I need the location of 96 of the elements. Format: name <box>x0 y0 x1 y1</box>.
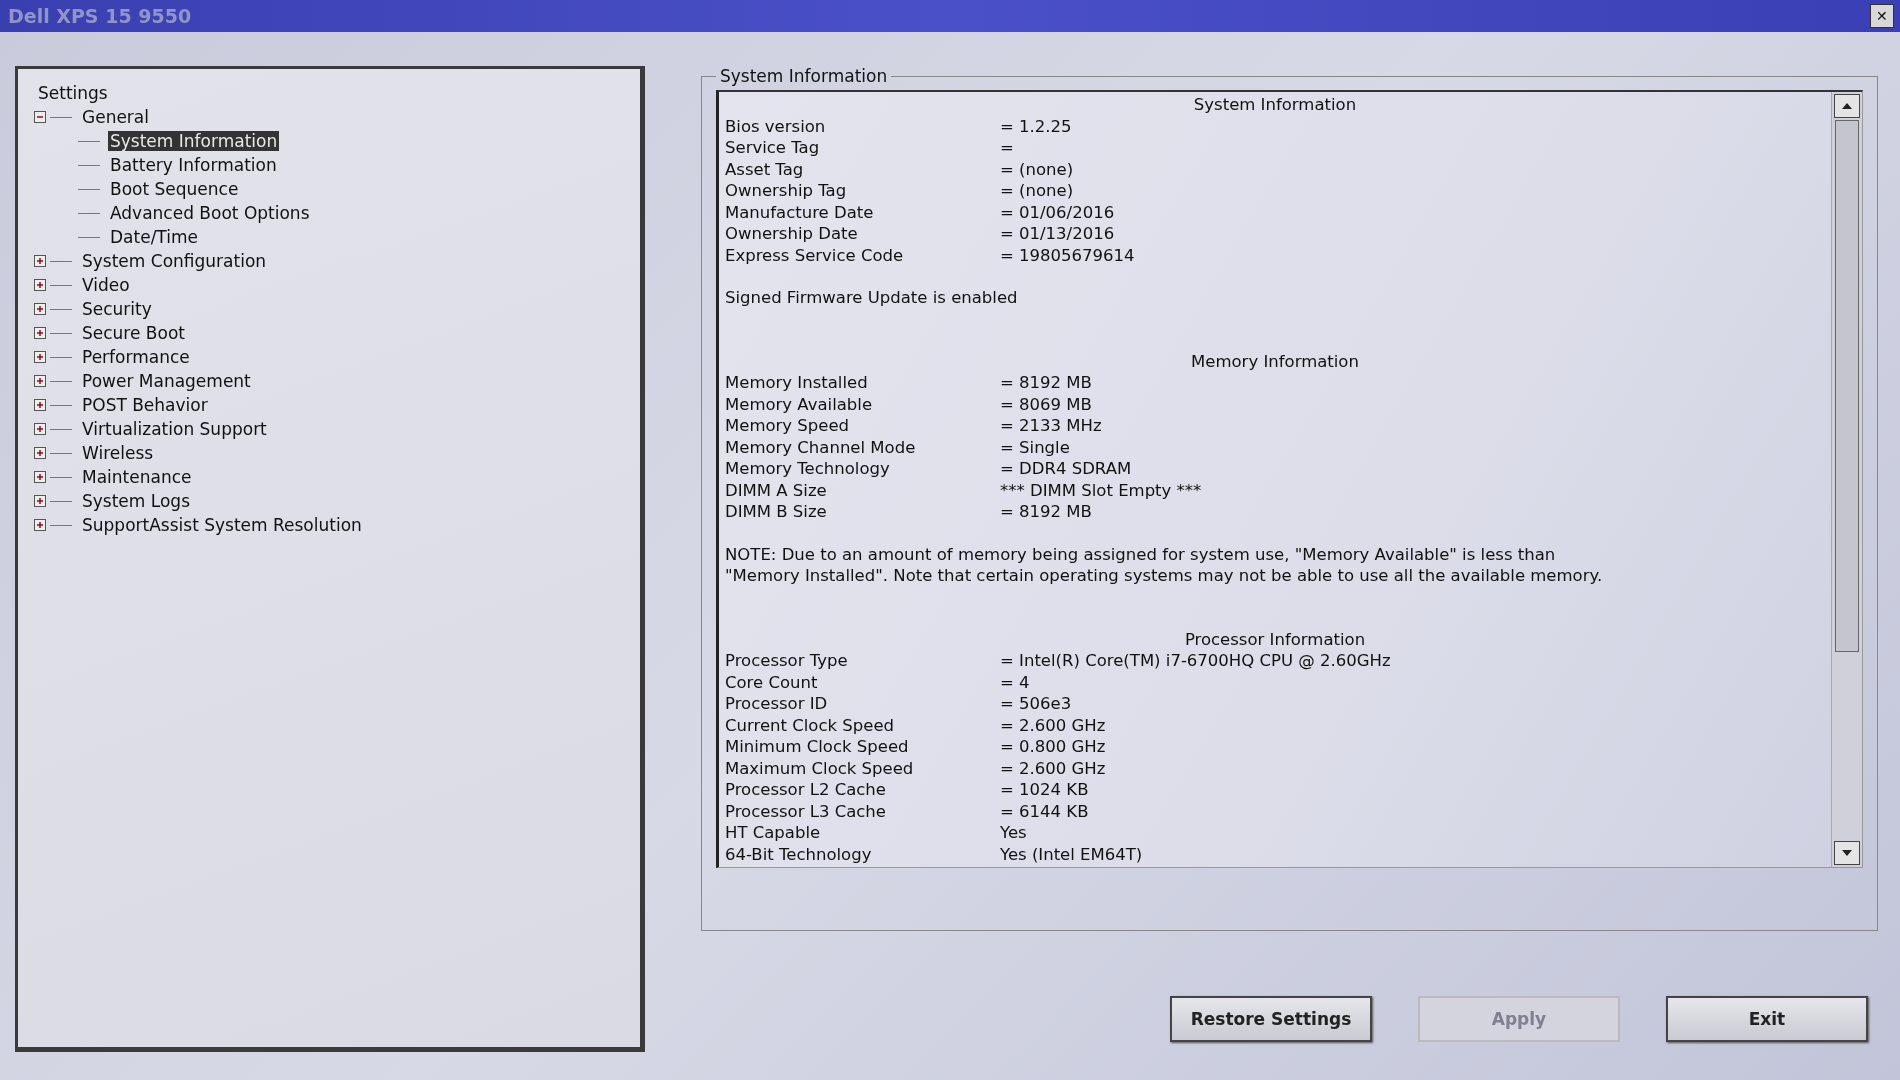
info-value: = 19805679614 <box>1000 244 1135 266</box>
tree-item[interactable]: Performance <box>80 347 192 367</box>
close-button[interactable]: ✕ <box>1870 4 1894 28</box>
info-label: Bios version <box>725 115 827 137</box>
tree-item[interactable]: System Information <box>108 131 280 151</box>
info-label: Memory Installed <box>725 372 869 394</box>
expand-icon[interactable] <box>34 519 46 531</box>
tree-item[interactable]: Wireless <box>80 443 156 463</box>
tree-item[interactable]: Video <box>80 275 132 295</box>
info-value: = 8069 MB <box>1000 393 1092 415</box>
info-label: HT Capable <box>725 822 822 844</box>
info-label: Service Tag <box>725 137 821 159</box>
expand-icon[interactable] <box>34 375 46 387</box>
info-label: Current Clock Speed <box>725 714 895 736</box>
info-value: = 1.2.25 <box>1000 115 1072 137</box>
tree-item[interactable]: Virtualization Support <box>80 419 269 439</box>
up-arrow-icon <box>1841 102 1853 110</box>
info-label: Express Service Code <box>725 244 905 266</box>
window-title: Dell XPS 15 9550 <box>8 5 192 27</box>
expand-icon[interactable] <box>34 327 46 339</box>
section-heading: Memory Information <box>1191 350 1359 372</box>
info-value: = 6144 KB <box>1000 800 1089 822</box>
expand-icon[interactable] <box>34 423 46 435</box>
expand-icon[interactable] <box>34 279 46 291</box>
info-value: = (none) <box>1000 180 1074 202</box>
section-heading: System Information <box>1193 94 1357 116</box>
info-value: = 01/13/2016 <box>1000 223 1115 245</box>
info-value: = 01/06/2016 <box>1000 201 1115 223</box>
info-value: = 8192 MB <box>1000 501 1092 523</box>
expand-icon[interactable] <box>34 447 46 459</box>
tree-item[interactable]: System Logs <box>80 491 193 511</box>
info-value: = 0.800 GHz <box>1000 736 1106 758</box>
scroll-up-button[interactable] <box>1834 94 1860 118</box>
tree-item[interactable]: POST Behavior <box>80 395 210 415</box>
dialog-button[interactable]: Restore Settings <box>1170 996 1372 1042</box>
info-note: Signed Firmware Update is enabled <box>725 287 1019 309</box>
tree-item[interactable]: Power Management <box>80 371 253 391</box>
info-value: = 2.600 GHz <box>1000 757 1106 779</box>
tree-item[interactable]: System Configuration <box>80 251 269 271</box>
down-arrow-icon <box>1841 849 1853 857</box>
info-label: Maximum Clock Speed <box>725 757 915 779</box>
expand-icon[interactable] <box>34 495 46 507</box>
tree-item[interactable]: Battery Information <box>108 155 279 175</box>
info-label: DIMM B Size <box>725 501 828 523</box>
tree-item[interactable]: Advanced Boot Options <box>108 203 312 223</box>
info-label: 64-Bit Technology <box>725 843 873 865</box>
tree-item[interactable]: Maintenance <box>80 467 194 487</box>
info-value: Yes <box>1000 822 1027 844</box>
info-value: = Intel(R) Core(TM) i7-6700HQ CPU @ 2.60GHz <box>1000 650 1391 672</box>
expand-icon[interactable] <box>34 303 46 315</box>
info-value: = Single <box>1000 436 1070 458</box>
info-label: DIMM A Size <box>725 479 828 501</box>
info-label: Manufacture Date <box>725 201 875 223</box>
info-label: Memory Channel Mode <box>725 436 917 458</box>
scrollbar[interactable] <box>1831 92 1862 867</box>
collapse-icon[interactable] <box>34 111 46 123</box>
info-label: Minimum Clock Speed <box>725 736 910 758</box>
tree-root-label: Settings <box>37 82 109 105</box>
info-label: Processor L3 Cache <box>725 800 887 822</box>
expand-icon[interactable] <box>34 351 46 363</box>
tree-item[interactable]: Date/Time <box>108 227 200 247</box>
tree-item[interactable]: Boot Sequence <box>108 179 241 199</box>
info-label: Core Count <box>725 671 819 693</box>
section-heading: Processor Information <box>1184 628 1366 650</box>
expand-icon[interactable] <box>34 255 46 267</box>
info-label: Memory Speed <box>725 415 851 437</box>
info-label: Processor ID <box>725 693 829 715</box>
info-value: = DDR4 SDRAM <box>1000 458 1132 480</box>
tree-item[interactable]: Secure Boot <box>80 323 187 343</box>
expand-icon[interactable] <box>34 399 46 411</box>
info-label: Ownership Date <box>725 223 859 245</box>
info-label: Memory Technology <box>725 458 891 480</box>
info-value: = 2133 MHz <box>1000 415 1102 437</box>
tree-item[interactable]: Security <box>80 299 154 319</box>
info-label: Asset Tag <box>725 158 805 180</box>
info-value: = (none) <box>1000 158 1074 180</box>
scroll-thumb[interactable] <box>1835 120 1859 652</box>
tree-item[interactable]: SupportAssist System Resolution <box>80 515 364 535</box>
info-value: = 2.600 GHz <box>1000 714 1106 736</box>
expand-icon[interactable] <box>34 471 46 483</box>
scroll-down-button[interactable] <box>1834 841 1860 865</box>
tree-item[interactable]: General <box>80 107 151 127</box>
info-value: = 1024 KB <box>1000 779 1089 801</box>
info-label: Memory Available <box>725 393 874 415</box>
info-value: = 4 <box>1000 671 1030 693</box>
info-label: Processor L2 Cache <box>725 779 887 801</box>
info-value: = 506e3 <box>1000 693 1072 715</box>
info-label: Ownership Tag <box>725 180 848 202</box>
info-value: = 8192 MB <box>1000 372 1092 394</box>
group-title: System Information <box>719 66 889 86</box>
dialog-button[interactable]: Exit <box>1666 996 1868 1042</box>
info-value: = <box>1000 137 1014 159</box>
info-note: NOTE: Due to an amount of memory being assigned for system use, "Memory Available" is less than "Memory Installed". Note that certain operating systems may not be able to use all the available memory. <box>725 543 1604 587</box>
info-value: Yes (Intel EM64T) <box>1000 843 1143 865</box>
info-value: *** DIMM Slot Empty *** <box>1000 479 1202 501</box>
info-label: Processor Type <box>725 650 849 672</box>
